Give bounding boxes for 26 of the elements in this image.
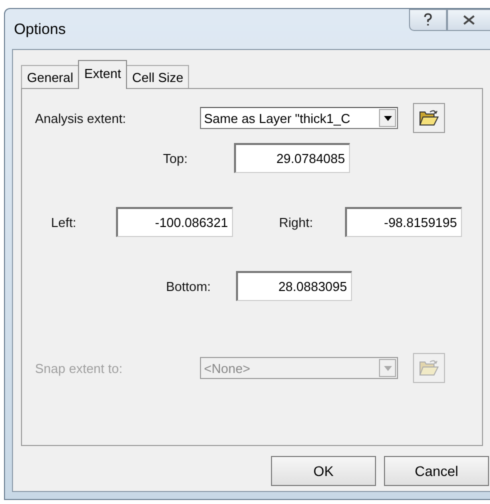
folder-icon: [419, 359, 439, 377]
field-label: Left:: [51, 214, 78, 230]
tab[interactable]: Extent: [78, 60, 128, 89]
right-input[interactable]: -98.8159195: [345, 207, 462, 237]
help-icon: [423, 13, 433, 27]
tab[interactable]: General: [21, 65, 80, 89]
top-input[interactable]: 29.0784085: [234, 143, 350, 173]
dropdown-arrow-icon: [384, 366, 392, 370]
window-title: Options: [14, 20, 66, 38]
help-button[interactable]: [409, 9, 447, 31]
dropdown-arrow-icon: [384, 116, 392, 120]
bottom-input[interactable]: 28.0883095: [236, 271, 352, 301]
browse-button[interactable]: [413, 103, 445, 133]
folder-icon: [419, 109, 439, 127]
field-label: Bottom:: [166, 278, 212, 294]
dialog-button[interactable]: Cancel: [384, 456, 489, 486]
close-button[interactable]: [447, 9, 490, 31]
extent-dropdown[interactable]: Same as Layer "thick1_C: [200, 107, 398, 129]
field-label: Right:: [279, 214, 314, 230]
field-label: Top:: [163, 150, 189, 166]
dialog-button[interactable]: OK: [271, 456, 376, 486]
left-input[interactable]: -100.086321: [116, 207, 233, 237]
field-label: Snap extent to:: [35, 360, 124, 376]
field-label: Analysis extent:: [35, 110, 128, 126]
close-icon: [463, 15, 475, 25]
tab[interactable]: Cell Size: [126, 65, 190, 89]
